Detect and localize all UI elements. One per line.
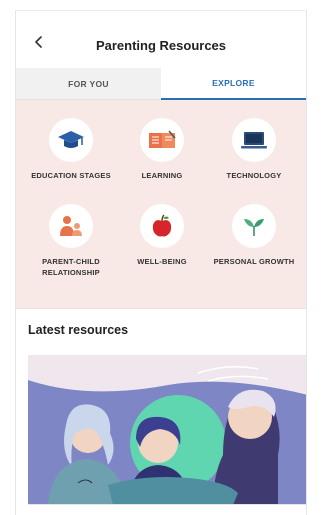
category-label: PERSONAL GROWTH — [213, 257, 295, 266]
category-label: WELL-BEING — [137, 257, 187, 266]
category-label: EDUCATION STAGES — [31, 171, 111, 180]
sprout-icon — [244, 219, 264, 236]
tab-explore[interactable]: EXPLORE — [161, 68, 306, 100]
resource-card[interactable] — [28, 355, 306, 505]
category-grid: EDUCATION STAGES LEARNING TECHNOLOGY PAR… — [16, 100, 306, 309]
header: Parenting Resources — [16, 11, 306, 68]
category-label: TECHNOLOGY — [226, 171, 282, 180]
category-label: LEARNING — [141, 171, 183, 180]
category-icon-circle — [49, 204, 93, 248]
parent-child-icon — [60, 216, 82, 236]
tab-for-you[interactable]: FOR YOU — [16, 68, 161, 100]
category-technology[interactable]: TECHNOLOGY — [209, 118, 299, 181]
category-label: PARENT-CHILD RELATIONSHIP — [42, 257, 100, 277]
category-learning[interactable]: LEARNING — [117, 118, 207, 181]
category-icon-circle — [140, 118, 184, 162]
tab-bar: FOR YOU EXPLORE — [16, 68, 306, 100]
page-title: Parenting Resources — [95, 38, 227, 53]
category-parent-child-relationship[interactable]: PARENT-CHILD RELATIONSHIP — [26, 204, 116, 278]
family-illustration — [28, 355, 306, 504]
app-screen: Parenting Resources FOR YOU EXPLORE EDUC… — [15, 10, 307, 515]
category-icon-circle — [232, 118, 276, 162]
card-footer — [16, 505, 306, 515]
apple-icon — [152, 214, 172, 237]
category-well-being[interactable]: WELL-BEING — [117, 204, 207, 267]
laptop-icon — [241, 132, 267, 149]
graduation-cap-icon — [58, 131, 84, 148]
category-personal-growth[interactable]: PERSONAL GROWTH — [209, 204, 299, 267]
category-education-stages[interactable]: EDUCATION STAGES — [26, 118, 116, 181]
category-icon-circle — [140, 204, 184, 248]
category-icon-circle — [232, 204, 276, 248]
book-icon — [149, 130, 176, 148]
latest-resources-heading: Latest resources — [28, 323, 129, 337]
category-icon-circle — [49, 118, 93, 162]
